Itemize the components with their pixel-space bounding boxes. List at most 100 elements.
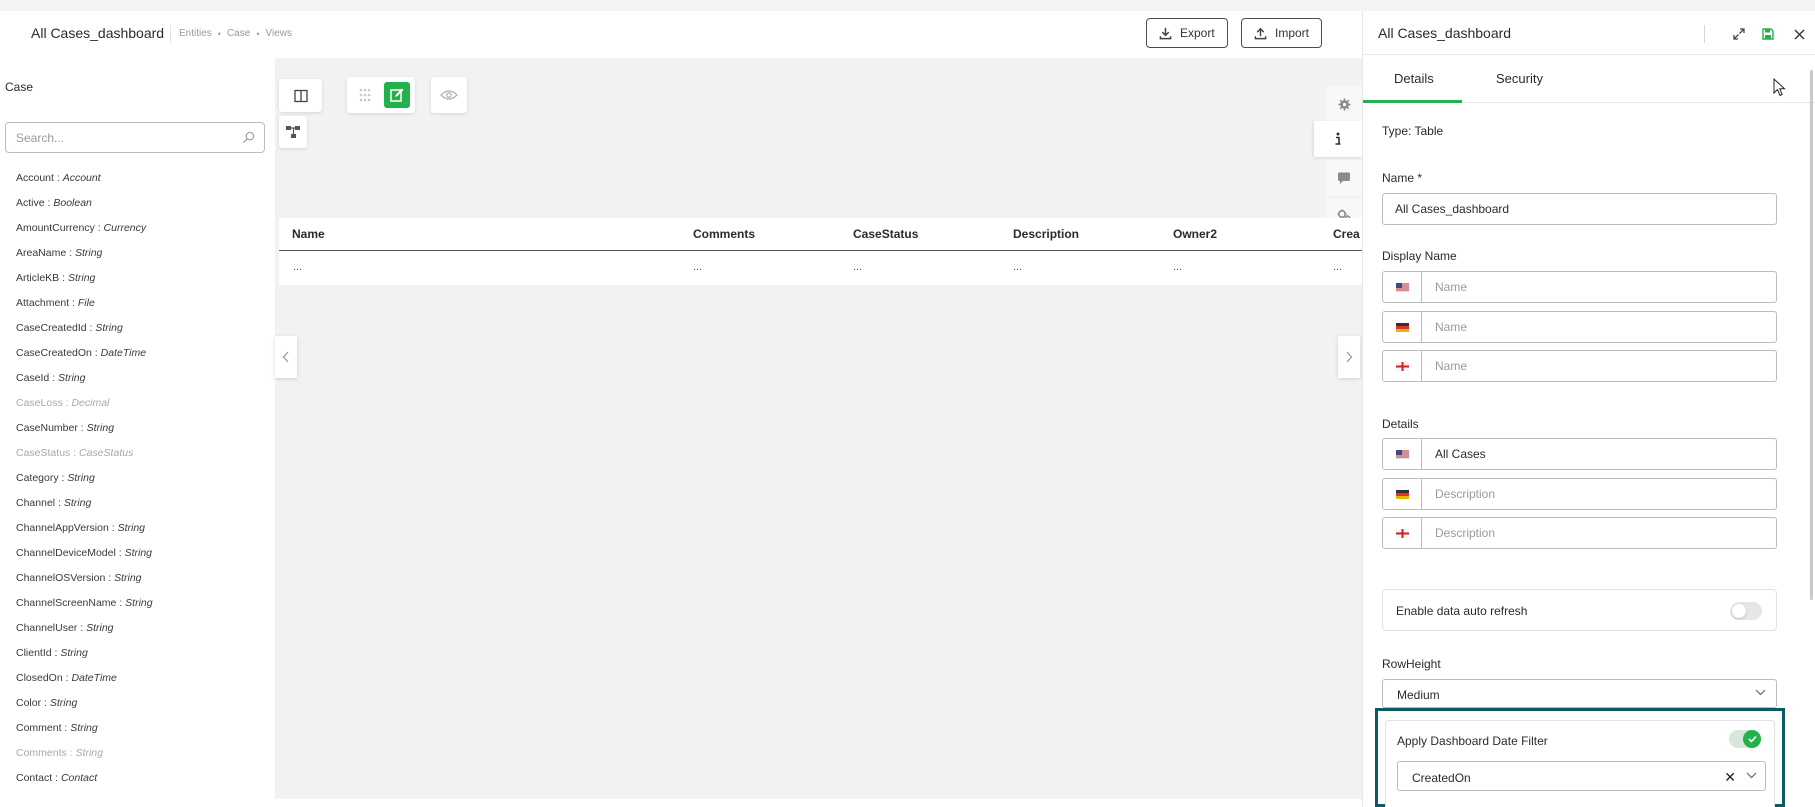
layout-toggle-button[interactable] bbox=[279, 79, 322, 112]
field-item[interactable]: Account : Account bbox=[16, 172, 266, 197]
field-item[interactable]: ChannelDeviceModel : String bbox=[16, 547, 266, 572]
column-header-createdon[interactable]: Crea bbox=[1333, 227, 1360, 241]
field-name: Channel bbox=[16, 497, 56, 509]
comments-button[interactable] bbox=[1326, 160, 1362, 196]
field-separator: : bbox=[49, 372, 59, 384]
panel-scrollbar[interactable] bbox=[1810, 70, 1813, 600]
field-type: String bbox=[60, 647, 88, 659]
field-separator: : bbox=[108, 522, 118, 534]
field-item[interactable]: CaseId : String bbox=[16, 372, 266, 397]
field-item[interactable]: Contact : Contact bbox=[16, 772, 266, 797]
field-item[interactable]: ChannelScreenName : String bbox=[16, 597, 266, 622]
flag-icon[interactable] bbox=[1383, 439, 1422, 469]
field-item[interactable]: Channel : String bbox=[16, 497, 266, 522]
field-separator: : bbox=[77, 422, 87, 434]
field-item[interactable]: ChannelOSVersion : String bbox=[16, 572, 266, 597]
breadcrumb-item[interactable]: Entities bbox=[179, 28, 212, 39]
field-item[interactable]: ChannelUser : String bbox=[16, 622, 266, 647]
field-item[interactable]: Comment : String bbox=[16, 722, 266, 747]
german-flag-icon bbox=[1395, 489, 1409, 499]
field-type: String bbox=[49, 697, 78, 709]
tab-details[interactable]: Details bbox=[1394, 71, 1434, 86]
field-item[interactable]: ArticleKB : String bbox=[16, 272, 266, 297]
collapse-right-button[interactable] bbox=[1338, 336, 1360, 378]
us-flag-icon bbox=[1395, 282, 1409, 292]
field-item[interactable]: ClosedOn : DateTime bbox=[16, 672, 266, 697]
column-header-name[interactable]: Name bbox=[292, 227, 325, 241]
field-type: File bbox=[77, 297, 95, 309]
expand-button[interactable] bbox=[1731, 26, 1747, 42]
search-icon[interactable] bbox=[242, 131, 255, 144]
column-header-owner2[interactable]: Owner2 bbox=[1173, 227, 1217, 241]
chevron-down-icon[interactable] bbox=[1746, 771, 1757, 779]
flag-icon[interactable] bbox=[1383, 351, 1422, 381]
field-type: String bbox=[125, 597, 153, 609]
field-item[interactable]: ChannelAppVersion : String bbox=[16, 522, 266, 547]
field-item[interactable]: Category : String bbox=[16, 472, 266, 497]
column-header-comments[interactable]: Comments bbox=[693, 227, 755, 241]
field-name: ChannelAppVersion bbox=[16, 522, 109, 534]
table-cell: ... bbox=[1333, 261, 1343, 273]
field-item[interactable]: CaseCreatedOn : DateTime bbox=[16, 347, 266, 372]
field-item[interactable]: Active : Boolean bbox=[16, 197, 266, 222]
info-button[interactable] bbox=[1314, 121, 1362, 157]
edit-button[interactable] bbox=[384, 82, 410, 108]
field-name: AreaName bbox=[16, 247, 67, 259]
field-type: String bbox=[67, 472, 95, 484]
field-separator: : bbox=[77, 622, 87, 634]
breadcrumb-item[interactable]: Views bbox=[265, 28, 292, 39]
close-button[interactable] bbox=[1791, 26, 1807, 42]
preview-button[interactable] bbox=[431, 77, 467, 113]
field-item[interactable]: AmountCurrency : Currency bbox=[16, 222, 266, 247]
date-field-select[interactable]: CreatedOn ✕ bbox=[1397, 761, 1766, 791]
collapse-left-button[interactable] bbox=[275, 336, 297, 378]
field-item[interactable]: CaseStatus : CaseStatus bbox=[16, 447, 266, 472]
name-field[interactable]: All Cases_dashboard bbox=[1382, 193, 1777, 225]
field-item[interactable]: CaseNumber : String bbox=[16, 422, 266, 447]
details-field-de[interactable]: Description bbox=[1382, 478, 1777, 510]
drag-grid-icon[interactable] bbox=[358, 87, 372, 103]
field-name: ChannelOSVersion bbox=[16, 572, 106, 584]
import-button[interactable]: Import bbox=[1241, 18, 1323, 48]
clear-icon[interactable]: ✕ bbox=[1724, 769, 1736, 786]
row-height-select[interactable]: Medium bbox=[1382, 679, 1777, 708]
column-header-description[interactable]: Description bbox=[1013, 227, 1079, 241]
export-button[interactable]: Export bbox=[1146, 18, 1228, 48]
name-label: Name * bbox=[1382, 171, 1423, 185]
breadcrumb-item[interactable]: Case bbox=[227, 28, 250, 39]
expand-icon bbox=[1733, 28, 1745, 40]
details-field-en[interactable]: All Cases bbox=[1382, 438, 1777, 470]
flag-icon[interactable] bbox=[1383, 272, 1422, 302]
save-button[interactable] bbox=[1760, 26, 1776, 42]
field-item[interactable]: ClientId : String bbox=[16, 647, 266, 672]
search-box[interactable] bbox=[5, 122, 265, 153]
flag-icon[interactable] bbox=[1383, 479, 1422, 509]
column-header-casestatus[interactable]: CaseStatus bbox=[853, 227, 918, 241]
field-type: String bbox=[74, 247, 103, 259]
display-name-field-en[interactable]: Name bbox=[1382, 271, 1777, 303]
field-sidebar: Case Account : AccountActive : BooleanAm… bbox=[0, 70, 275, 807]
table-cell: ... bbox=[293, 261, 303, 273]
table-cell: ... bbox=[1013, 261, 1023, 273]
display-name-field-de[interactable]: Name bbox=[1382, 311, 1777, 343]
flag-icon[interactable] bbox=[1383, 312, 1422, 342]
tab-security[interactable]: Security bbox=[1496, 71, 1543, 86]
date-filter-toggle[interactable] bbox=[1729, 730, 1761, 748]
search-input[interactable] bbox=[6, 123, 226, 152]
row-height-label: RowHeight bbox=[1382, 657, 1441, 671]
field-separator: : bbox=[66, 247, 75, 259]
field-item[interactable]: AreaName : String bbox=[16, 247, 266, 272]
upload-icon bbox=[1254, 27, 1267, 39]
flag-icon[interactable] bbox=[1383, 518, 1422, 548]
field-item[interactable]: CaseLoss : Decimal bbox=[16, 397, 266, 422]
field-item[interactable]: Color : String bbox=[16, 697, 266, 722]
hierarchy-button[interactable] bbox=[279, 116, 307, 148]
field-item[interactable]: Attachment : File bbox=[16, 297, 266, 322]
display-name-field-en-gb[interactable]: Name bbox=[1382, 350, 1777, 382]
settings-button[interactable] bbox=[1326, 86, 1362, 122]
field-item[interactable]: Comments : String bbox=[16, 747, 266, 772]
auto-refresh-toggle[interactable] bbox=[1730, 602, 1762, 620]
details-field-en-gb[interactable]: Description bbox=[1382, 517, 1777, 549]
field-name: Contact bbox=[16, 772, 53, 784]
field-item[interactable]: CaseCreatedId : String bbox=[16, 322, 266, 347]
